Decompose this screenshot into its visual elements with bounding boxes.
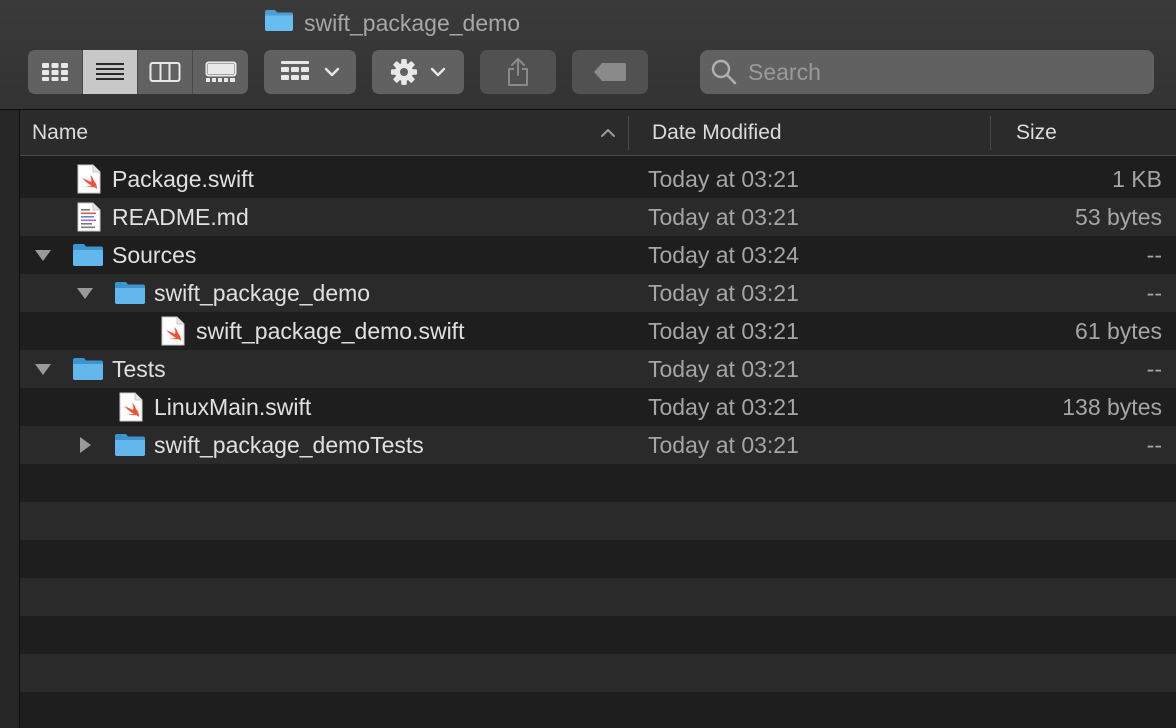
share-button[interactable]	[480, 50, 556, 94]
list-item[interactable]: swift_package_demo Today at 03:21 --	[20, 274, 1176, 312]
search-input[interactable]	[746, 57, 1140, 87]
view-mode-segmented-control	[28, 50, 248, 94]
list-item[interactable]: swift_package_demoTests Today at 03:21 -…	[20, 426, 1176, 464]
list-view-button[interactable]	[83, 50, 138, 94]
swift-file-icon	[118, 388, 144, 426]
file-date: Today at 03:21	[648, 203, 799, 230]
name-column-header[interactable]: Name	[32, 110, 622, 155]
gear-icon	[391, 59, 417, 85]
file-name: Package.swift	[112, 165, 254, 192]
icon-grid-icon	[42, 63, 68, 81]
swift-file-icon	[160, 312, 186, 350]
empty-row	[20, 540, 1176, 578]
file-name: LinuxMain.swift	[154, 393, 312, 420]
empty-row	[20, 654, 1176, 692]
swift-file-icon	[76, 160, 102, 198]
size-column-label: Size	[1016, 120, 1057, 144]
file-name: swift_package_demo.swift	[196, 317, 465, 344]
disclosure-triangle-expanded-icon[interactable]	[32, 236, 54, 274]
column-header: Name Date Modified Size	[20, 110, 1176, 156]
column-separator[interactable]	[628, 116, 629, 150]
list-item[interactable]: Tests Today at 03:21 --	[20, 350, 1176, 388]
tag-button[interactable]	[572, 50, 648, 94]
window-title: swift_package_demo	[264, 8, 520, 38]
file-size: --	[1146, 355, 1162, 382]
list-lines-icon	[96, 63, 124, 80]
file-size: --	[1146, 279, 1162, 306]
file-size: 61 bytes	[1075, 317, 1162, 344]
finder-window: swift_package_demo Search Name Date Modi…	[0, 0, 1176, 728]
sort-ascending-icon	[601, 129, 615, 137]
icon-view-button[interactable]	[28, 50, 83, 94]
share-icon	[508, 58, 528, 86]
file-date: Today at 03:24	[648, 241, 799, 268]
disclosure-triangle-expanded-icon[interactable]	[32, 350, 54, 388]
empty-row	[20, 464, 1176, 502]
name-column-label: Name	[32, 120, 89, 144]
file-date: Today at 03:21	[648, 165, 799, 192]
search-icon	[711, 59, 737, 85]
date-column-label: Date Modified	[652, 120, 782, 144]
column-view-button[interactable]	[138, 50, 193, 94]
file-size: 53 bytes	[1075, 203, 1162, 230]
window-title-text: swift_package_demo	[304, 9, 521, 36]
disclosure-triangle-expanded-icon[interactable]	[74, 274, 96, 312]
group-icon	[281, 61, 309, 80]
disclosure-triangle-collapsed-icon[interactable]	[74, 426, 96, 464]
text-file-icon	[76, 198, 102, 236]
file-name: Tests	[112, 355, 166, 382]
column-separator[interactable]	[990, 116, 991, 150]
file-name: swift_package_demo	[154, 279, 371, 306]
columns-icon	[149, 62, 181, 82]
file-date: Today at 03:21	[648, 279, 799, 306]
list-item[interactable]: LinuxMain.swift Today at 03:21 138 bytes	[20, 388, 1176, 426]
size-column-header[interactable]: Size	[1016, 110, 1166, 155]
file-size: --	[1146, 241, 1162, 268]
empty-row	[20, 502, 1176, 540]
date-column-header[interactable]: Date Modified	[652, 110, 992, 155]
action-menu-button[interactable]	[372, 50, 464, 94]
group-by-button[interactable]	[264, 50, 356, 94]
gallery-view-button[interactable]	[193, 50, 248, 94]
list-item[interactable]: README.md Today at 03:21 53 bytes	[20, 198, 1176, 236]
sidebar-edge	[0, 110, 20, 728]
folder-icon	[72, 236, 104, 274]
file-date: Today at 03:21	[648, 317, 799, 344]
file-size: --	[1146, 431, 1162, 458]
file-date: Today at 03:21	[648, 355, 799, 382]
file-name: README.md	[112, 203, 249, 230]
search-field[interactable]	[700, 50, 1154, 94]
file-list: Package.swift Today at 03:21 1 KB README…	[20, 160, 1176, 728]
list-item[interactable]: Sources Today at 03:24 --	[20, 236, 1176, 274]
list-item[interactable]: Package.swift Today at 03:21 1 KB	[20, 160, 1176, 198]
chevron-down-icon	[324, 67, 340, 77]
chevron-down-icon	[430, 67, 446, 77]
folder-icon	[114, 426, 146, 464]
folder-icon	[114, 274, 146, 312]
empty-row	[20, 616, 1176, 654]
file-size: 1 KB	[1112, 165, 1162, 192]
list-item[interactable]: swift_package_demo.swift Today at 03:21 …	[20, 312, 1176, 350]
file-name: Sources	[112, 241, 197, 268]
folder-icon	[264, 8, 294, 38]
file-date: Today at 03:21	[648, 431, 799, 458]
empty-row	[20, 578, 1176, 616]
tag-icon	[594, 63, 626, 81]
empty-row	[20, 692, 1176, 728]
file-size: 138 bytes	[1062, 393, 1162, 420]
file-name: swift_package_demoTests	[154, 431, 424, 458]
toolbar: swift_package_demo	[0, 0, 1176, 110]
gallery-icon	[205, 61, 236, 82]
folder-icon	[72, 350, 104, 388]
file-date: Today at 03:21	[648, 393, 799, 420]
